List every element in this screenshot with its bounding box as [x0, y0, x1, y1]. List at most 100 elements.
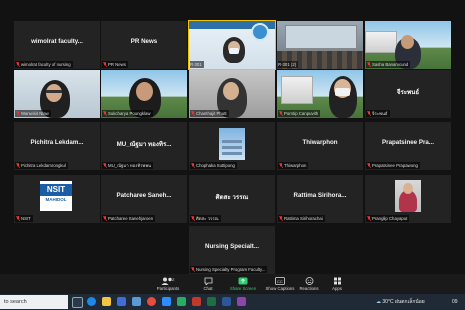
app-icon[interactable] — [192, 297, 201, 306]
participants-button[interactable]: 21 Participants — [152, 277, 184, 291]
apps-grid-icon — [333, 277, 341, 285]
mic-muted-icon — [16, 216, 20, 221]
participant-tile[interactable]: Rattima Sirihora... Rattima Sirihorachai — [277, 175, 363, 223]
excel-icon[interactable] — [207, 297, 216, 306]
participant-caption: Rattima Sirihorachai — [278, 215, 325, 222]
participant-name: Patcharee Saneh... — [116, 192, 172, 199]
face — [136, 82, 153, 101]
participant-name: Thiwarphon — [302, 139, 338, 146]
edge-browser-icon[interactable] — [87, 297, 96, 306]
participant-caption: Wanwisit Nlaw — [15, 110, 51, 117]
participant-tile[interactable]: Wanwisit Nlaw — [14, 70, 100, 118]
participant-caption: MU_ณัฐมา ทองทิรพพน — [102, 162, 154, 169]
participant-tile[interactable]: Prapatsinee Pra... Prapatsinee Prapawong — [365, 122, 451, 170]
participant-tile-active-speaker[interactable]: R-301 — [188, 20, 276, 70]
reactions-button[interactable]: Reactions — [296, 277, 322, 291]
participant-tile[interactable]: ศิตสะ วรรณ ศิตสะ วรรณ — [189, 175, 275, 223]
participant-caption: Sukcharya Poungklaw — [102, 110, 153, 117]
file-explorer-icon[interactable] — [102, 297, 111, 306]
participants-icon: 21 — [161, 277, 175, 285]
clock[interactable]: 09 — [452, 294, 458, 310]
task-view-icon[interactable] — [72, 297, 83, 308]
mic-muted-icon — [367, 62, 371, 67]
participant-tile[interactable]: Chophaka Suttipong — [189, 122, 275, 170]
participant-name: wimolrat faculty... — [31, 38, 83, 45]
participant-tile[interactable]: wimolrat faculty... wimolrat faculty of … — [14, 21, 100, 69]
mic-muted-icon — [367, 163, 371, 168]
participant-tile[interactable]: จีระพนธ์ จีระพนธ์ — [365, 70, 451, 118]
participant-caption: Patcharee Sanehjaroen — [102, 215, 156, 222]
share-screen-button[interactable]: Share Screen — [226, 277, 260, 291]
participant-caption: PR News — [102, 61, 128, 68]
teams-icon[interactable] — [237, 297, 246, 306]
participant-caption: wimolrat faculty of nursing — [15, 61, 73, 68]
participant-caption: จีระพนธ์ — [366, 110, 390, 117]
mic-muted-icon — [279, 163, 283, 168]
participant-name: Prapatsinee Pra... — [382, 139, 434, 146]
participant-tile[interactable]: NSIT MAHIDOL NSIT — [14, 175, 100, 223]
apps-button[interactable]: Apps — [326, 277, 348, 291]
taskbar-search-box[interactable]: to search — [0, 295, 68, 309]
participant-tile[interactable]: R-301 (2) — [277, 21, 363, 69]
participant-caption: Prapatsinee Prapawong — [366, 162, 420, 169]
participant-caption: ศิตสะ วรรณ — [190, 215, 221, 222]
participant-caption: R-301 — [190, 61, 204, 68]
participant-name: Rattima Sirihora... — [293, 192, 347, 199]
mic-muted-icon — [191, 267, 195, 272]
line-icon[interactable] — [177, 297, 186, 306]
word-icon[interactable] — [222, 297, 231, 306]
store-icon[interactable] — [117, 297, 126, 306]
participant-tile[interactable]: Pranglip Chayaput — [365, 175, 451, 223]
mic-muted-icon — [16, 111, 20, 116]
chrome-icon[interactable] — [147, 297, 156, 306]
captions-icon: CC — [275, 277, 285, 285]
participant-caption: Porntip Canpuvith — [278, 110, 321, 117]
participant-caption: Chanthajit Phutt — [190, 110, 229, 117]
mail-icon[interactable] — [132, 297, 141, 306]
participant-caption: Thiwarphon — [278, 162, 309, 169]
participant-caption: Nursing Specialty Program Faculty... — [190, 266, 268, 273]
participant-tile[interactable]: Sasha Banamcund — [365, 21, 451, 69]
projector-screen — [285, 25, 357, 49]
svg-text:21: 21 — [172, 277, 175, 282]
participant-caption: Pranglip Chayaput — [366, 215, 410, 222]
participant-tile[interactable]: MU_ณัฐมา ทองทิร... MU_ณัฐมา ทองทิรพพน — [101, 122, 187, 170]
mic-muted-icon — [16, 163, 20, 168]
show-captions-button[interactable]: CC Show Captions — [262, 277, 298, 291]
cloud-rain-icon: ☁ — [376, 299, 381, 305]
mic-muted-icon — [279, 111, 283, 116]
building — [281, 76, 313, 104]
participant-tile[interactable]: Pichitra Lekdam... Pichitra Lekdamrongku… — [14, 122, 100, 170]
participant-caption: Pichitra Lekdamrongkul — [15, 162, 68, 169]
participant-name: Pichitra Lekdam... — [30, 139, 84, 146]
mic-muted-icon — [191, 216, 195, 221]
zoom-gallery-view: wimolrat faculty... wimolrat faculty of … — [0, 0, 465, 274]
mic-muted-icon — [279, 216, 283, 221]
glasses — [46, 90, 62, 93]
participant-tile[interactable]: Patcharee Saneh... Patcharee Sanehjaroen — [101, 175, 187, 223]
logo-badge — [251, 23, 269, 41]
participant-name: MU_ณัฐมา ทองทิร... — [116, 141, 172, 148]
windows-taskbar: to search ☁ 30°C ฝนตกเล็กน้อย 09 — [0, 294, 465, 310]
participant-tile[interactable]: Chanthajit Phutt — [189, 70, 275, 118]
profile-photo — [395, 180, 421, 212]
participant-name: PR News — [130, 38, 158, 45]
participant-caption: NSIT — [15, 215, 33, 222]
participant-tile[interactable]: Nursing Specialt... Nursing Specialty Pr… — [189, 226, 275, 274]
zoom-icon[interactable] — [162, 297, 171, 306]
face — [401, 35, 414, 49]
mic-muted-icon — [367, 216, 371, 221]
participant-tile[interactable]: PR News PR News — [101, 21, 187, 69]
weather-widget[interactable]: ☁ 30°C ฝนตกเล็กน้อย — [376, 294, 425, 310]
face-mask — [229, 48, 239, 54]
participant-tile[interactable]: Thiwarphon Thiwarphon — [277, 122, 363, 170]
share-screen-icon — [238, 277, 248, 285]
participant-tile[interactable]: Porntip Canpuvith — [277, 70, 363, 118]
participant-name: ศิตสะ วรรณ — [215, 194, 249, 201]
chat-button[interactable]: Chat — [196, 277, 220, 291]
smiley-icon — [305, 277, 313, 285]
mic-muted-icon — [16, 62, 20, 67]
svg-text:CC: CC — [277, 279, 283, 284]
mic-muted-icon — [103, 163, 107, 168]
participant-tile[interactable]: Sukcharya Poungklaw — [101, 70, 187, 118]
